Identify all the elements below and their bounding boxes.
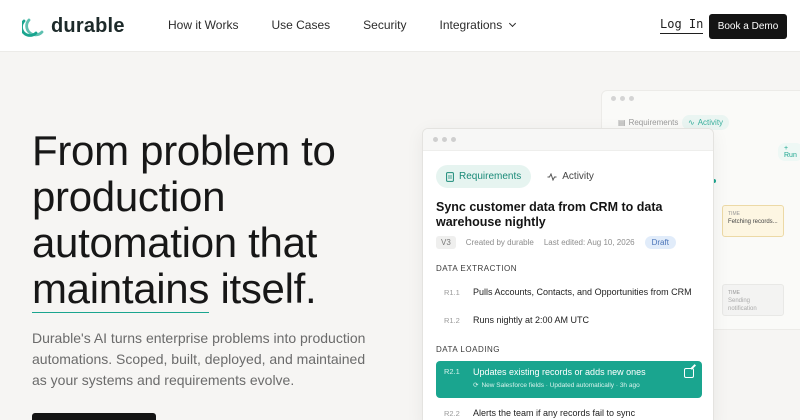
document-icon	[446, 171, 454, 182]
requirement-id: R2.2	[444, 408, 460, 418]
hero-cta-button[interactable]	[32, 413, 156, 420]
status-badge: Draft	[644, 236, 676, 249]
back-tab-activity-label: Activity	[697, 118, 724, 127]
chevron-down-icon	[509, 19, 517, 28]
requirement-id: R1.1	[444, 287, 460, 297]
requirement-row[interactable]: R2.2 Alerts the team if any records fail…	[436, 399, 702, 420]
requirement-text: Pulls Accounts, Contacts, and Opportunit…	[473, 287, 692, 297]
requirement-text: Runs nightly at 2:00 AM UTC	[473, 315, 590, 325]
requirement-id: R2.1	[444, 367, 460, 376]
requirement-content: Updates existing records or adds new one…	[473, 367, 646, 389]
book-demo-button[interactable]: Book a Demo	[709, 14, 787, 39]
tab-activity[interactable]: Activity	[537, 165, 604, 188]
requirement-title: Sync customer data from CRM to data ware…	[436, 200, 663, 229]
requirement-id: R1.2	[444, 315, 460, 325]
requirement-meta: V3 Created by durable Last edited: Aug 1…	[436, 236, 676, 249]
nav-link-use-cases[interactable]: Use Cases	[271, 18, 330, 32]
top-nav: durable How it Works Use Cases Security …	[0, 0, 800, 52]
requirement-row-highlighted[interactable]: R2.1 Updates existing records or adds ne…	[436, 361, 702, 398]
activity-box-text: Sending notification	[728, 298, 757, 312]
nav-links: How it Works Use Cases Security Integrat…	[168, 18, 548, 32]
back-tab-requirements-label: Requirements	[628, 118, 679, 127]
activity-box-fetching: TIME Fetching records...	[722, 205, 784, 237]
requirement-text: Updates existing records or adds new one…	[473, 367, 646, 377]
last-edited: Last edited: Aug 10, 2026	[543, 238, 635, 247]
nav-link-how-it-works[interactable]: How it Works	[168, 18, 238, 32]
login-link[interactable]: Log In	[660, 17, 704, 34]
tab-requirements-label: Requirements	[459, 171, 522, 182]
window-dots	[433, 137, 456, 142]
logo[interactable]: durable	[22, 15, 125, 38]
requirement-update-note: ⟳ New Salesforce fields · Updated automa…	[473, 381, 646, 390]
durable-logo-icon	[22, 18, 44, 37]
section-title-loading: DATA LOADING	[436, 345, 500, 354]
requirement-text: Alerts the team if any records fail to s…	[473, 408, 636, 418]
activity-icon	[547, 172, 557, 181]
nav-link-security[interactable]: Security	[363, 18, 406, 32]
hero-title-part-2: itself.	[220, 265, 317, 312]
requirement-row[interactable]: R1.1 Pulls Accounts, Contacts, and Oppor…	[436, 278, 702, 306]
activity-icon: ∿	[688, 118, 695, 127]
window-dots	[611, 96, 634, 101]
hero-title-highlight: maintains	[32, 265, 210, 313]
nav-link-integrations-label: Integrations	[439, 18, 503, 32]
version-badge: V3	[436, 236, 456, 249]
hero-title-part-1: From problem to production automation th…	[32, 127, 336, 266]
refresh-icon: ⟳	[473, 382, 479, 389]
hero-subtitle: Durable's AI turns enterprise problems i…	[32, 330, 366, 388]
nav-link-integrations[interactable]: Integrations	[439, 18, 517, 32]
card-titlebar	[423, 129, 713, 151]
requirement-row[interactable]: R1.2 Runs nightly at 2:00 AM UTC	[436, 306, 702, 334]
section-title-extraction: DATA EXTRACTION	[436, 264, 517, 273]
activity-box-text: Fetching records...	[728, 219, 778, 225]
created-by: Created by durable	[465, 238, 534, 247]
card-tabs: Requirements Activity	[436, 165, 604, 188]
logo-text: durable	[51, 15, 125, 37]
back-tab-requirements: ▤ Requirements	[618, 118, 678, 127]
document-icon: ▤	[618, 118, 626, 127]
tab-requirements[interactable]: Requirements	[436, 165, 532, 188]
activity-box-sending: TIME Sending notification	[722, 284, 784, 316]
activity-box-label: TIME	[728, 290, 740, 296]
edit-icon[interactable]	[684, 368, 694, 378]
tab-activity-label: Activity	[562, 171, 594, 182]
requirements-card: Requirements Activity Sync customer data…	[422, 128, 714, 420]
requirement-update-text: New Salesforce fields · Updated automati…	[481, 381, 640, 389]
hero-title: From problem to production automation th…	[32, 127, 402, 313]
run-pill: + Run	[778, 143, 800, 161]
activity-box-label: TIME	[728, 211, 740, 217]
